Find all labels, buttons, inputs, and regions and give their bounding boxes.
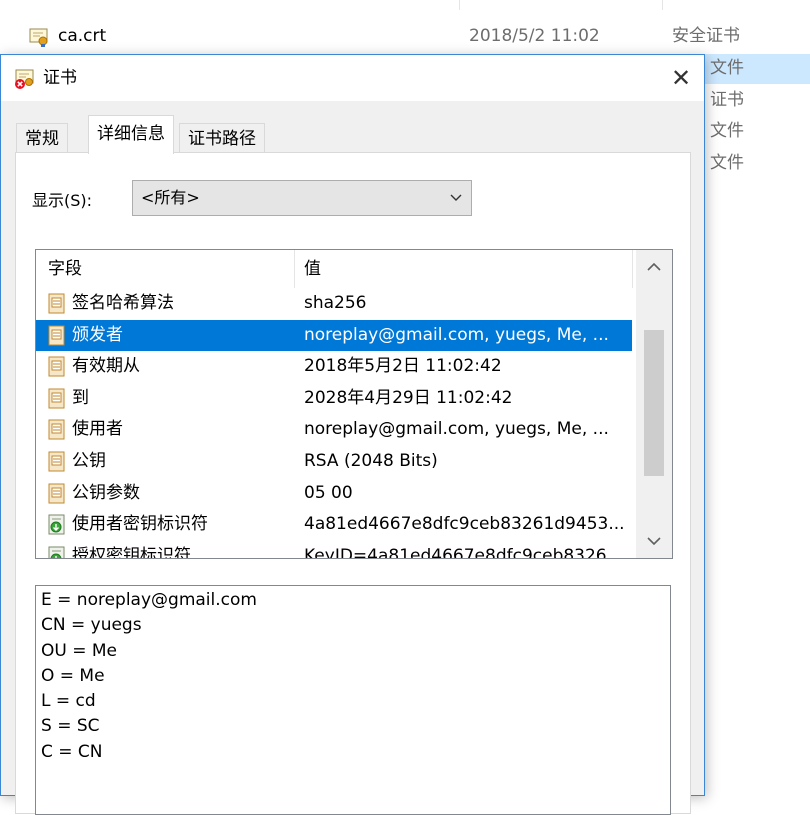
column-divider [662,0,663,10]
list-row[interactable]: 公钥 RSA (2048 Bits) [36,446,632,477]
row-field: 使用者 [72,419,123,440]
row-field: 到 [72,387,89,408]
detail-line: CN = yuegs [41,615,142,636]
tab-details[interactable]: 详细信息 [88,115,174,154]
row-value: noreplay@gmail.com, yuegs, Me, ... [304,419,609,440]
row-field: 公钥参数 [72,482,140,503]
certificate-dialog: 证书 ✕ 常规 详细信息 证书路径 显示(S): <所有> 字段 值 签名哈希算… [0,54,705,815]
row-value: 05 00 [304,482,353,503]
detail-line: E = noreplay@gmail.com [41,590,257,610]
show-dropdown-value: <所有> [141,188,200,207]
detail-line: S = SC [41,716,100,737]
file-type-partial: 证书 [710,90,744,110]
row-field: 签名哈希算法 [72,293,174,313]
file-date: 2018/5/2 11:02 [469,26,600,46]
file-type-partial: 文件 [710,58,744,78]
file-type: 安全证书 [672,26,740,46]
vertical-scrollbar[interactable] [636,250,672,558]
list-row[interactable]: 签名哈希算法 sha256 [36,288,632,319]
row-value: 4a81ed4667e8dfc9ceb83261d9453... [304,514,625,535]
tab-general[interactable]: 常规 [16,123,68,154]
row-value: 2018年5月2日 11:02:42 [304,356,502,377]
column-divider [459,0,460,10]
detail-line: O = Me [41,665,105,686]
list-row[interactable]: 授权密钥标识符 KeyID=4a81ed4667e8dfc9ceb8326... [36,541,632,559]
scroll-down-icon[interactable] [636,524,672,558]
dialog-title: 证书 [43,68,77,88]
column-divider [632,250,633,288]
value-detail-box[interactable]: E = noreplay@gmail.com CN = yuegs OU = Me O… [35,585,671,815]
detail-line: OU = Me [41,640,118,661]
fields-list[interactable]: 字段 值 签名哈希算法 sha256 颁发者 noreplay@gmail.com, … [35,249,673,559]
row-value: noreplay@gmail.com, yuegs, Me, ... [304,324,609,345]
list-row[interactable]: 到 2028年4月29日 11:02:42 [36,383,632,414]
row-field: 颁发者 [72,324,123,345]
file-type-partial: 文件 [710,121,744,141]
certificate-error-icon [15,69,34,89]
details-panel: 显示(S): <所有> 字段 值 签名哈希算法 sha256 颁发者 noreplay… [15,152,691,815]
cert-extension-icon [48,546,65,558]
file-name[interactable]: ca.crt [58,22,106,50]
file-type-partial: 文件 [710,153,744,173]
show-label: 显示(S): [32,191,93,210]
cert-field-icon [48,325,65,346]
row-field: 使用者密钥标识符 [72,514,208,535]
tab-certification-path[interactable]: 证书路径 [179,123,265,154]
row-value: 2028年4月29日 11:02:42 [304,387,513,408]
list-row[interactable]: 颁发者 noreplay@gmail.com, yuegs, Me, ... [36,319,632,351]
row-field: 有效期从 [72,356,140,377]
row-field: 授权密钥标识符 [72,545,191,559]
cert-field-icon [48,388,65,409]
cert-field-icon [48,356,65,377]
scrollbar-thumb[interactable] [644,330,664,476]
show-dropdown[interactable]: <所有> [132,180,472,216]
detail-line: L = cd [41,691,96,712]
scroll-up-icon[interactable] [636,250,672,284]
row-value: RSA (2048 Bits) [304,451,438,471]
list-row[interactable]: 使用者 noreplay@gmail.com, yuegs, Me, ... [36,414,632,445]
column-header-value[interactable]: 值 [304,250,321,288]
cert-extension-icon [48,514,65,535]
cert-field-icon [48,451,65,472]
row-value: KeyID=4a81ed4667e8dfc9ceb8326... [304,545,623,559]
column-header-field[interactable]: 字段 [48,250,82,288]
certificate-file-icon [29,28,48,47]
dialog-body: 常规 详细信息 证书路径 显示(S): <所有> 字段 值 签名哈希算法 sha2… [1,101,704,815]
cert-field-icon [48,293,65,314]
cert-field-icon [48,419,65,440]
detail-line: C = CN [41,741,103,762]
chevron-down-icon [450,194,462,201]
detail-lines: E = noreplay@gmail.com CN = yuegs OU = Me O… [41,588,670,765]
cert-field-icon [48,483,65,504]
row-field: 公钥 [72,451,106,471]
row-value: sha256 [304,293,367,313]
list-row[interactable]: 使用者密钥标识符 4a81ed4667e8dfc9ceb83261d9453... [36,509,632,540]
list-row[interactable]: 有效期从 2018年5月2日 11:02:42 [36,351,632,382]
list-header: 字段 值 [36,250,633,288]
column-divider [294,250,295,288]
close-button[interactable]: ✕ [658,55,704,101]
list-row[interactable]: 公钥参数 05 00 [36,478,632,509]
